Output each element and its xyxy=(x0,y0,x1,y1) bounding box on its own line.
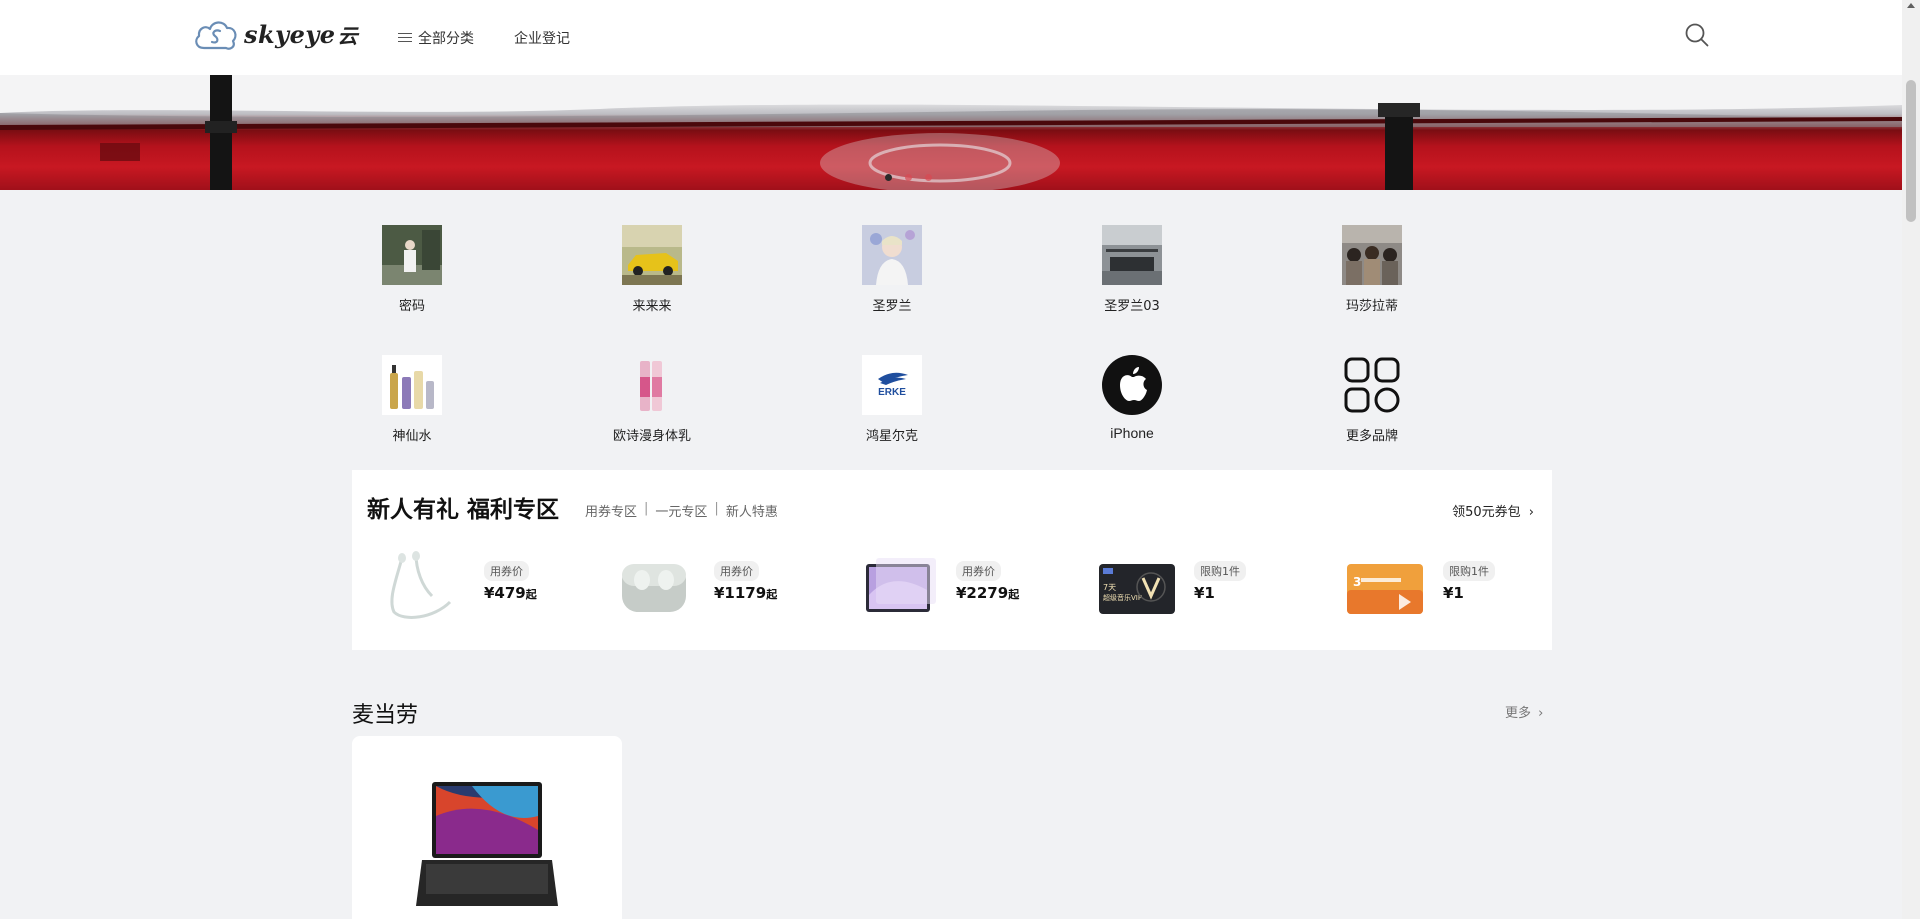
price-tag: 用券价 xyxy=(714,561,759,581)
brand-label: 神仙水 xyxy=(392,429,432,444)
brand-item[interactable]: iPhone xyxy=(1072,355,1192,441)
brand-label: 玛莎拉蒂 xyxy=(1345,299,1398,314)
price-tag: 限购1件 xyxy=(1443,561,1495,581)
brand-label: iPhone xyxy=(1110,425,1154,441)
promo-item[interactable]: 3 限购1件 ¥1 xyxy=(1345,550,1535,630)
main-nav: 全部分类 企业登记 xyxy=(398,28,570,48)
brand-item[interactable]: 欧诗漫身体乳 xyxy=(592,355,712,444)
price-tag: 用券价 xyxy=(956,561,1001,581)
product-image xyxy=(382,550,462,625)
search-icon xyxy=(1685,23,1709,47)
product-image xyxy=(862,550,942,625)
logo-text: skyeye 云 xyxy=(244,19,359,49)
item-price: ¥479起 xyxy=(484,584,537,602)
nav-label: 全部分类 xyxy=(418,31,474,47)
scroll-up-arrow-icon[interactable] xyxy=(1907,2,1915,10)
more-brands-item[interactable]: 更多品牌 xyxy=(1312,355,1432,444)
promo-title: 新人有礼 福利专区 xyxy=(367,497,560,523)
brand-label: 鸿星尔克 xyxy=(865,429,918,444)
nav-label: 企业登记 xyxy=(514,31,570,47)
item-price: ¥1179起 xyxy=(714,584,778,602)
price-tag: 限购1件 xyxy=(1194,561,1246,581)
promo-item[interactable]: 7天 超级音乐VIP 限购1件 ¥1 xyxy=(1097,550,1297,630)
coupon-link-label: 领50元券包 xyxy=(1452,505,1521,520)
product-image xyxy=(614,550,694,625)
brand-label: 圣罗兰03 xyxy=(1104,299,1160,314)
brand-image xyxy=(622,225,682,285)
brand-item[interactable]: 来来来 xyxy=(592,225,712,314)
brand-image xyxy=(1342,225,1402,285)
tab-divider: | xyxy=(644,501,649,516)
tab-divider: | xyxy=(714,501,719,516)
brand-label: 欧诗漫身体乳 xyxy=(612,429,691,444)
product-image: 3 xyxy=(1345,550,1425,625)
brand-item[interactable]: 玛莎拉蒂 xyxy=(1312,225,1432,314)
brand-item[interactable]: 密码 xyxy=(352,225,472,314)
brand-item[interactable]: 圣罗兰 xyxy=(832,225,952,314)
grid-icon xyxy=(1342,355,1402,415)
promo-item[interactable]: 用券价 ¥1179起 xyxy=(614,550,814,630)
brand-label: 圣罗兰 xyxy=(872,299,912,314)
brand-image: ERKE xyxy=(862,355,922,415)
scrollbar-thumb[interactable] xyxy=(1906,80,1916,222)
nav-all-categories[interactable]: 全部分类 xyxy=(398,28,474,48)
menu-icon xyxy=(398,32,412,44)
section-more-link[interactable]: 更多 › xyxy=(1505,702,1543,721)
new-user-promo-panel: 新人有礼 福利专区 用券专区 | 一元专区 | 新人特惠 领50元券包 › 用券… xyxy=(352,470,1552,650)
promo-tab-new-user[interactable]: 新人特惠 xyxy=(726,501,778,520)
section-title: 麦当劳 xyxy=(352,703,419,728)
brand-image xyxy=(1102,225,1162,285)
nav-enterprise-register[interactable]: 企业登记 xyxy=(514,28,570,48)
get-coupon-link[interactable]: 领50元券包 › xyxy=(1452,501,1534,520)
brand-item[interactable]: 神仙水 xyxy=(352,355,472,444)
brand-item[interactable]: ERKE 鸿星尔克 xyxy=(832,355,952,444)
svg-text:3: 3 xyxy=(1353,575,1361,589)
hero-banner[interactable] xyxy=(0,75,1902,190)
brand-image xyxy=(862,225,922,285)
item-price: ¥1 xyxy=(1443,584,1464,602)
brand-label: 密码 xyxy=(398,299,425,314)
svg-text:ERKE: ERKE xyxy=(878,387,906,398)
item-price: ¥1 xyxy=(1194,584,1215,602)
svg-text:超级音乐VIP: 超级音乐VIP xyxy=(1103,593,1142,602)
search-button[interactable] xyxy=(1684,22,1710,52)
page-scrollbar[interactable] xyxy=(1902,0,1920,919)
brand-image xyxy=(622,355,682,415)
brand-label: 来来来 xyxy=(632,299,672,314)
item-price: ¥2279起 xyxy=(956,584,1020,602)
promo-tab-one-yuan[interactable]: 一元专区 xyxy=(655,501,707,520)
product-card[interactable] xyxy=(352,736,622,919)
banner-image xyxy=(0,75,1902,190)
promo-item[interactable]: 用券价 ¥479起 xyxy=(382,550,582,630)
brand-item[interactable]: 圣罗兰03 xyxy=(1072,225,1192,314)
chevron-right-icon: › xyxy=(1528,505,1534,520)
brand-label: 更多品牌 xyxy=(1345,429,1398,444)
carousel-dot[interactable] xyxy=(885,174,892,181)
carousel-dot[interactable] xyxy=(905,174,912,181)
svg-text:7天: 7天 xyxy=(1103,583,1116,592)
top-header: skyeye 云 全部分类 企业登记 xyxy=(0,0,1902,75)
product-image xyxy=(416,782,558,906)
carousel-dot[interactable] xyxy=(925,174,932,181)
more-label: 更多 xyxy=(1505,706,1532,721)
site-logo[interactable]: skyeye 云 xyxy=(192,14,358,54)
apple-logo-icon xyxy=(1102,355,1162,415)
price-tag: 用券价 xyxy=(484,561,529,581)
cloud-logo-icon xyxy=(195,21,237,50)
chevron-right-icon: › xyxy=(1538,706,1544,721)
product-image: 7天 超级音乐VIP xyxy=(1097,550,1177,625)
brand-image xyxy=(382,225,442,285)
promo-tabs: 用券专区 | 一元专区 | 新人特惠 xyxy=(585,501,778,520)
promo-item[interactable]: 用券价 ¥2279起 xyxy=(862,550,1062,630)
brand-image xyxy=(382,355,442,415)
promo-tab-coupon[interactable]: 用券专区 xyxy=(585,501,637,520)
